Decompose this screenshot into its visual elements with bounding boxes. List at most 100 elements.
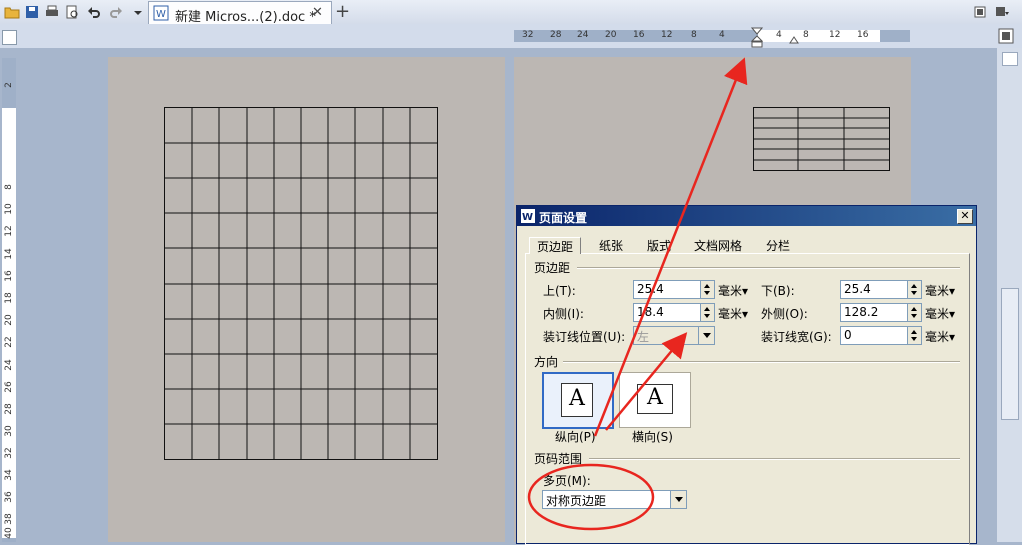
document-tab[interactable]: W 新建 Micros...(2).doc * ✕ [148,1,332,25]
outside-margin-spinner[interactable] [907,304,921,321]
multiple-pages-dropdown-button[interactable] [670,491,686,508]
outside-margin-value: 128.2 [844,305,879,319]
outside-margin-field[interactable]: 128.2 [840,303,922,322]
ruler-tick: 22 [4,336,14,348]
gutter-position-select[interactable]: 左 [633,326,715,345]
bottom-margin-spinner[interactable] [907,281,921,298]
portrait-label: 纵向(P) [555,430,596,444]
open-folder-icon[interactable] [4,4,20,20]
tab-stop-selector[interactable] [2,30,17,45]
indent-marker[interactable] [751,27,763,48]
gutter-position-value: 左 [637,330,650,344]
group-divider [563,361,960,363]
gutter-width-value: 0 [844,328,852,342]
ruler-tick: 28 [550,30,562,40]
document-page-left[interactable] [108,57,505,542]
ruler-tick: 32 [4,447,14,459]
unit-dropdown[interactable]: 毫米▾ [925,328,955,345]
top-margin-value: 25.4 [637,282,664,296]
margins-group-label: 页边距 [534,261,571,275]
unit-dropdown[interactable]: 毫米▾ [925,282,955,299]
document-tab-title: 新建 Micros...(2).doc * [175,10,316,25]
tab-columns[interactable]: 分栏 [760,237,796,253]
ruler-tick: 16 [857,30,869,40]
ruler-tick: 8 [4,184,14,190]
ruler-tick: 16 [633,30,645,40]
ruler-tick: 34 [4,469,14,481]
group-divider [577,267,960,269]
ruler-tick: 36 [4,491,14,503]
bottom-margin-label: 下(B): [761,284,795,298]
ruler-tick: 12 [661,30,673,40]
ruler-tick: 26 [4,381,14,393]
ruler-tick: 8 [691,30,697,40]
tab-layout[interactable]: 版式 [639,237,679,253]
ruler-tick: 2 [4,82,14,88]
gutter-position-label: 装订线位置(U): [543,330,626,344]
portrait-button[interactable]: A [542,372,614,429]
ruler-tick: 20 [605,30,617,40]
gutter-position-dropdown-button[interactable] [698,327,714,344]
unit-dropdown[interactable]: 毫米▾ [718,282,748,299]
landscape-button[interactable]: A [619,372,691,428]
window-restore-icon[interactable] [972,4,988,20]
ruler-tick: 28 [4,403,14,415]
tab-margins[interactable]: 页边距 [529,237,581,254]
undo-icon[interactable] [86,4,102,20]
scrollbar-thumb[interactable] [1001,288,1019,420]
top-margin-label: 上(T): [543,284,576,298]
unit-dropdown[interactable]: 毫米▾ [718,305,748,322]
right-indent-marker[interactable] [789,35,799,44]
ruler-tick: 30 [4,425,14,437]
unit-dropdown[interactable]: 毫米▾ [925,305,955,322]
ruler-tick: 18 [4,292,14,304]
new-tab-button[interactable]: + [335,1,350,22]
multiple-pages-label: 多页(M): [543,474,591,488]
small-table-grid[interactable] [753,107,893,173]
redo-icon[interactable] [108,4,124,20]
multiple-pages-value: 对称页边距 [546,494,607,508]
outside-margin-label: 外侧(O): [761,307,808,321]
bottom-margin-field[interactable]: 25.4 [840,280,922,299]
print-preview-icon[interactable] [64,4,80,20]
inside-margin-label: 内侧(I): [543,307,584,321]
ruler-tick: 4 [719,30,725,40]
portrait-page-icon: A [561,383,593,417]
top-margin-field[interactable]: 25.4 [633,280,715,299]
inside-margin-field[interactable]: 18.4 [633,303,715,322]
save-icon[interactable] [24,4,40,20]
wps-logo-icon: W [521,209,535,223]
gutter-width-spinner[interactable] [907,327,921,344]
word-doc-icon: W [153,5,169,21]
orientation-group-label: 方向 [534,355,559,369]
ruler-tick: 24 [4,359,14,371]
top-margin-spinner[interactable] [700,281,714,298]
vertical-scrollbar[interactable] [997,48,1022,542]
ruler-tick: 12 [829,30,841,40]
inside-margin-spinner[interactable] [700,304,714,321]
multiple-pages-select[interactable]: 对称页边距 [542,490,687,509]
tab-document-grid[interactable]: 文档网格 [688,237,748,253]
dropdown-arrow-icon[interactable] [130,4,146,20]
gutter-width-field[interactable]: 0 [840,326,922,345]
print-icon[interactable] [44,4,60,20]
bottom-margin-value: 25.4 [844,282,871,296]
scroll-up-button[interactable] [1002,52,1018,66]
page-setup-dialog: W 页面设置 ✕ 页边距 纸张 版式 文档网格 分栏 页边距 上(T): 25.… [516,205,977,545]
ruler-tick: 14 [4,248,14,260]
ruler-tick: 12 [4,225,14,237]
ruler-tick: 10 [4,203,14,215]
tab-paper[interactable]: 纸张 [593,237,629,253]
dialog-close-button[interactable]: ✕ [957,209,973,224]
menu-options-icon[interactable] [994,4,1010,20]
close-tab-button[interactable]: ✕ [312,5,323,20]
ruler-row: 32 28 24 20 16 12 8 4 4 8 12 16 [0,24,1022,48]
table-grid[interactable] [164,107,444,462]
svg-text:W: W [156,9,166,20]
title-bar: W 新建 Micros...(2).doc * ✕ + [0,0,1022,25]
vertical-ruler[interactable]: 2 8 10 12 14 16 18 20 22 24 26 28 30 32 … [2,58,16,542]
ruler-tick: 40 [4,527,14,539]
ruler-toggle-icon[interactable] [998,28,1014,44]
ruler-tick: 24 [577,30,589,40]
dialog-title-bar[interactable]: W 页面设置 ✕ [517,206,976,226]
